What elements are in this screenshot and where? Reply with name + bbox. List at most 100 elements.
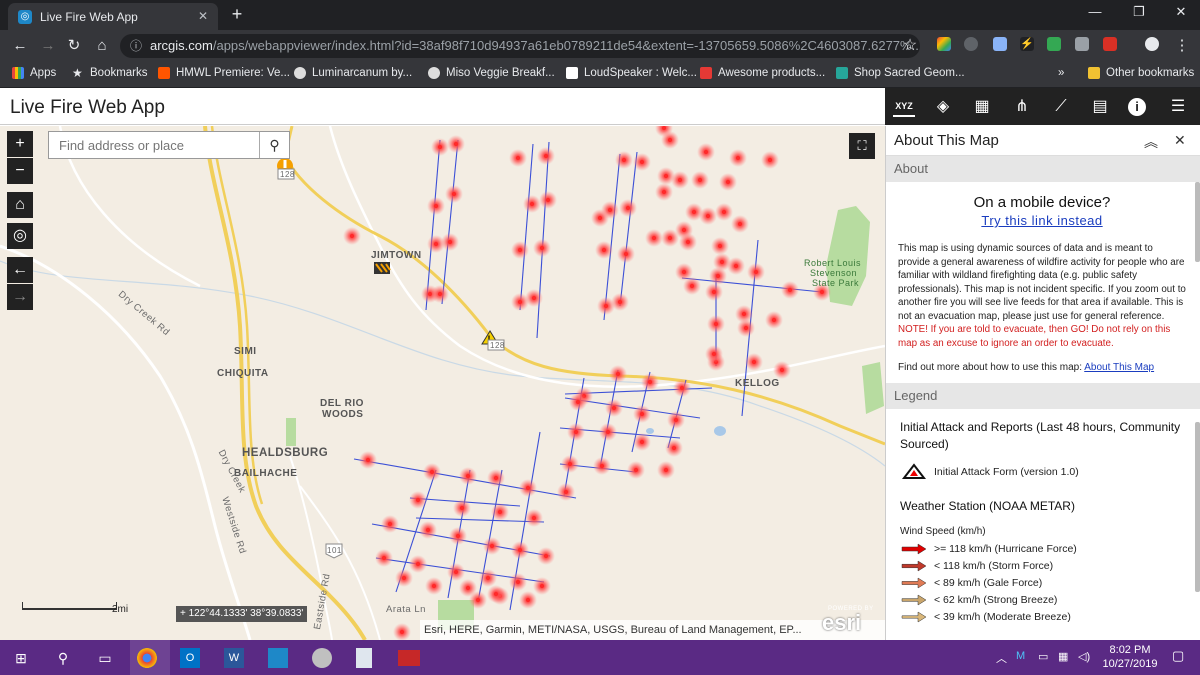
back-arrow-icon[interactable]: ← [10,36,30,56]
place-label: SIMI [234,346,257,357]
word-icon[interactable]: W [224,648,244,668]
notepad-icon[interactable] [356,648,372,668]
fire-hotspot-core [647,379,653,385]
app-icon[interactable] [398,650,420,666]
esri-logo[interactable]: esri [822,610,861,636]
forward-arrow-icon[interactable]: → [38,36,58,56]
bookmark-item[interactable]: LoudSpeaker : Welc... [566,67,697,79]
task-view-icon[interactable]: ▭ [92,645,118,671]
next-extent-icon[interactable]: → [7,284,33,310]
other-bookmarks[interactable]: Other bookmarks [1088,67,1194,79]
app-icon[interactable] [312,648,332,668]
share-icon[interactable]: ⋔ [1011,97,1033,117]
extension-icon[interactable] [1075,37,1089,51]
bookmark-item[interactable]: Shop Sacred Geom... [836,67,965,79]
wind-arrow-icon [901,594,927,605]
fire-hotspot-core [639,159,645,165]
road-closure-icon[interactable] [374,262,391,274]
network-icon[interactable]: ▦ [1058,650,1068,663]
locate-icon[interactable]: ◎ [7,223,33,249]
extension-icon[interactable]: ⚡ [1020,37,1034,51]
bookmark-star-icon[interactable]: ☆ [900,36,920,56]
browser-tab[interactable]: ◎ Live Fire Web App ✕ [8,3,218,30]
fire-hotspot-core [751,359,757,365]
fire-hotspot-core [673,417,679,423]
battery-icon[interactable]: ▭ [1038,650,1048,663]
extension-icon[interactable] [937,37,951,51]
measure-icon[interactable]: ⟋ [1050,97,1072,117]
previous-extent-icon[interactable]: ← [7,257,33,283]
map-view[interactable]: ! JIMTOWN SIMI CHIQUITA DEL RIO WOODS HE… [0,126,885,640]
notifications-icon[interactable]: ▢ [1172,648,1184,664]
legend-section-header[interactable]: Legend [886,383,1200,409]
extension-icon[interactable] [964,37,978,51]
coordinate-readout[interactable]: + 122°44.1333' 38°39.0833' [176,606,308,622]
tray-app-icon[interactable]: M [1016,650,1025,662]
chrome-menu-icon[interactable]: ⋮ [1172,36,1192,56]
grid-icon[interactable]: ▤ [1089,97,1111,117]
extension-shield-icon[interactable] [1047,37,1061,51]
basemap-gallery-icon[interactable]: ▦ [971,97,993,117]
coordinate-toggle-icon[interactable]: + [180,608,189,619]
reload-icon[interactable]: ↻ [64,36,84,56]
home-extent-icon[interactable]: ⌂ [7,192,33,218]
bookmarks-bar: Apps ★ Bookmarks HMWL Premiere: Ve... Lum… [0,62,1200,88]
windows-start-icon[interactable]: ⊞ [8,645,34,671]
app-icon[interactable] [268,648,288,668]
fire-hotspot-core [365,457,371,463]
fire-hotspot-core [741,311,747,317]
profile-avatar[interactable] [1145,37,1159,51]
apps-grid-icon [12,67,24,79]
volume-icon[interactable]: ◁) [1078,650,1090,663]
info-icon[interactable]: i [1128,98,1146,116]
mobile-link[interactable]: Try this link instead [898,213,1186,228]
zoom-out-button[interactable]: − [7,158,33,184]
legend-scrollbar[interactable] [1195,422,1200,592]
extension-icon[interactable] [1103,37,1117,51]
about-this-map-link[interactable]: About This Map [1084,362,1154,373]
search-icon[interactable]: ⚲ [50,645,76,671]
outlook-icon[interactable]: O [180,648,200,668]
minimize-icon[interactable]: — [1080,4,1110,19]
extension-icon[interactable] [993,37,1007,51]
bookmark-item[interactable]: Awesome products... [700,67,825,79]
bookmark-item[interactable]: Apps [12,67,56,79]
close-window-icon[interactable]: ✕ [1166,4,1196,20]
tray-overflow-icon[interactable]: ︿ [996,650,1007,666]
home-icon[interactable]: ⌂ [92,36,112,56]
site-info-icon[interactable]: ⓘ [130,34,142,58]
bookmark-item[interactable]: Luminarcanum by... [294,67,412,79]
chrome-icon[interactable] [137,648,157,668]
fire-hotspot-core [713,321,719,327]
fire-hotspot-core [517,547,523,553]
about-panel: About This Map ︽ ✕ About On a mobile dev… [885,126,1200,640]
close-panel-icon[interactable]: ✕ [1174,132,1186,149]
bookmark-item[interactable]: Miso Veggie Breakf... [428,67,555,79]
clock[interactable]: 8:02 PM 10/27/2019 [1100,643,1160,671]
menu-icon[interactable]: ☰ [1167,97,1189,117]
new-tab-button[interactable]: + [227,5,247,25]
minor-road [299,485,381,640]
bookmark-item[interactable]: HMWL Premiere: Ve... [158,67,290,79]
about-section-header[interactable]: About [886,156,1200,182]
fire-hotspot-core [515,155,521,161]
more-info: Find out more about how to use this map:… [898,362,1155,373]
fullscreen-icon[interactable]: ⛶ [849,133,875,159]
map-attribution[interactable]: Esri, HERE, Garmin, METI/NASA, USGS, Bur… [420,620,885,640]
search-icon[interactable]: ⚲ [259,132,289,158]
layers-icon[interactable]: ◈ [932,97,954,117]
fire-hotspot-core [663,467,669,473]
search-input[interactable] [49,132,259,158]
bookmarks-overflow-button[interactable]: » [1058,67,1064,79]
park-area [862,362,884,414]
fire-hotspot-core [529,201,535,207]
restore-icon[interactable]: ❐ [1124,4,1154,20]
bookmark-item[interactable]: ★ Bookmarks [72,67,148,79]
fire-hotspot-core [453,569,459,575]
zoom-in-button[interactable]: + [7,131,33,157]
address-bar[interactable]: ⓘ arcgis.com/apps/webappviewer/index.htm… [120,34,920,58]
xyz-icon[interactable]: XYZ [893,97,915,117]
collapse-panel-icon[interactable]: ︽ [1144,132,1158,152]
close-tab-icon[interactable]: ✕ [198,9,208,23]
panel-scrollbar[interactable] [1195,182,1200,262]
